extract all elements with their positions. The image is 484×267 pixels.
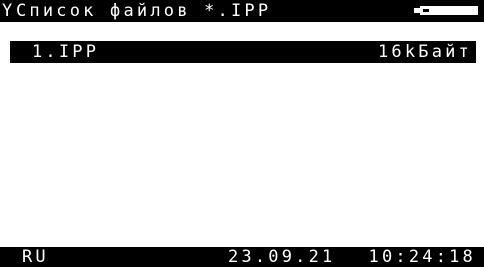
list-icon: Y <box>2 1 13 21</box>
battery-level <box>423 9 429 12</box>
status-bar: RU 23.09.21 10:24:18 <box>0 247 484 267</box>
device-screen: Y Список файлов *.IPP 1.IPP 16kБайт RU 2… <box>0 0 484 267</box>
time-display: 10:24:18 <box>368 247 476 267</box>
language-indicator: RU <box>22 247 49 267</box>
battery-icon <box>420 6 478 15</box>
file-size: 16kБайт <box>377 42 472 62</box>
date-display: 23.09.21 <box>228 247 336 267</box>
file-list: 1.IPP 16kБайт <box>10 38 476 248</box>
page-title: Список файлов *.IPP <box>16 1 272 21</box>
file-name: 1.IPP <box>32 42 100 62</box>
title-bar: Y Список файлов *.IPP <box>0 0 484 22</box>
list-item[interactable]: 1.IPP 16kБайт <box>10 41 476 63</box>
